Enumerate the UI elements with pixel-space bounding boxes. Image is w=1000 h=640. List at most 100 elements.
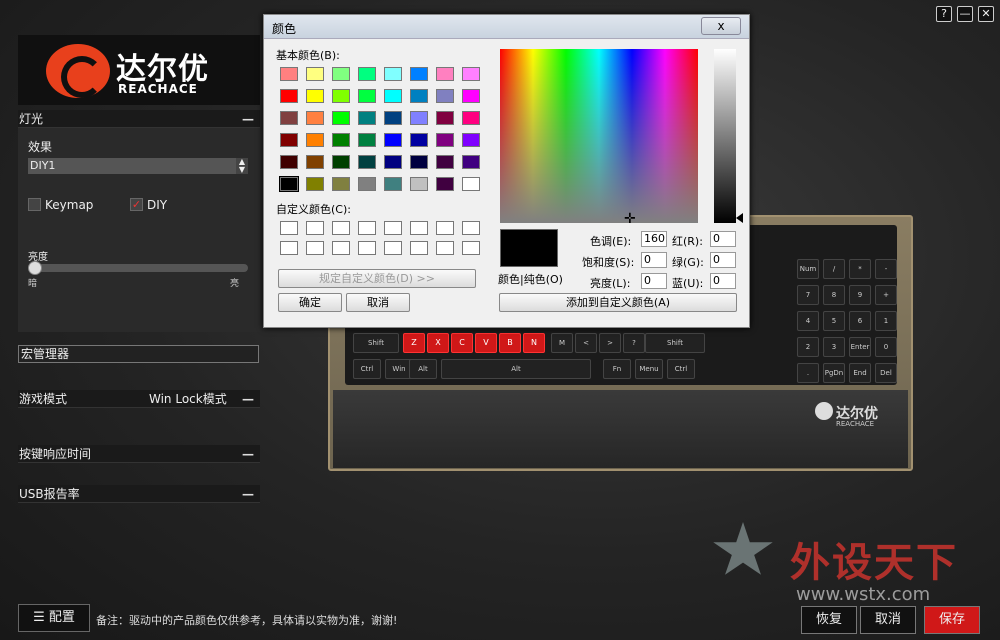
basic-color-swatch[interactable] bbox=[358, 133, 376, 147]
basic-color-swatch[interactable] bbox=[280, 67, 298, 81]
keyboard-key[interactable]: Fn bbox=[603, 359, 631, 379]
basic-color-swatch[interactable] bbox=[410, 177, 428, 191]
keyboard-key[interactable]: Shift bbox=[353, 333, 399, 353]
keyboard-key[interactable]: M bbox=[551, 333, 573, 353]
keyboard-key[interactable]: 4 bbox=[797, 311, 819, 331]
usb-rate-section-header[interactable]: USB报告率 — bbox=[18, 485, 260, 503]
macro-manager-button[interactable]: 宏管理器 bbox=[18, 345, 259, 363]
basic-color-swatch[interactable] bbox=[358, 155, 376, 169]
basic-color-swatch[interactable] bbox=[436, 111, 454, 125]
custom-color-swatch[interactable] bbox=[436, 221, 454, 235]
basic-color-swatch[interactable] bbox=[384, 67, 402, 81]
custom-color-swatch[interactable] bbox=[332, 241, 350, 255]
keyboard-key[interactable]: < bbox=[575, 333, 597, 353]
basic-color-swatch[interactable] bbox=[462, 177, 480, 191]
green-input[interactable]: 0 bbox=[710, 252, 736, 268]
basic-color-swatch[interactable] bbox=[410, 67, 428, 81]
basic-color-swatch[interactable] bbox=[436, 177, 454, 191]
collapse-icon[interactable]: — bbox=[242, 445, 254, 463]
custom-color-swatch[interactable] bbox=[306, 221, 324, 235]
keyboard-key[interactable]: * bbox=[849, 259, 871, 279]
luminance-bar[interactable] bbox=[714, 49, 736, 223]
basic-color-swatch[interactable] bbox=[436, 67, 454, 81]
red-input[interactable]: 0 bbox=[710, 231, 736, 247]
keyboard-key[interactable]: 8 bbox=[823, 285, 845, 305]
basic-color-swatch[interactable] bbox=[306, 67, 324, 81]
keyboard-key[interactable]: Enter bbox=[849, 337, 871, 357]
keyboard-key[interactable]: Del bbox=[875, 363, 897, 383]
keyboard-key[interactable]: Alt bbox=[441, 359, 591, 379]
basic-color-swatch[interactable] bbox=[280, 133, 298, 147]
keyboard-key[interactable]: / bbox=[823, 259, 845, 279]
define-custom-colors-button[interactable]: 规定自定义颜色(D) >> bbox=[278, 269, 476, 288]
config-button[interactable]: ☰ 配置 bbox=[18, 604, 90, 632]
basic-color-swatch[interactable] bbox=[332, 67, 350, 81]
basic-color-swatch[interactable] bbox=[436, 133, 454, 147]
hue-input[interactable]: 160 bbox=[641, 231, 667, 247]
keyboard-key-highlighted[interactable]: Z bbox=[403, 333, 425, 353]
keyboard-key[interactable]: 3 bbox=[823, 337, 845, 357]
custom-color-swatch[interactable] bbox=[384, 241, 402, 255]
effect-select[interactable]: DIY1 ▲ ▼ bbox=[28, 158, 248, 174]
brightness-slider[interactable] bbox=[30, 264, 248, 272]
restore-button[interactable]: 恢复 bbox=[801, 606, 857, 634]
collapse-icon[interactable]: — bbox=[242, 485, 254, 503]
cancel-footer-button[interactable]: 取消 bbox=[860, 606, 916, 634]
basic-color-swatch[interactable] bbox=[462, 89, 480, 103]
basic-color-swatch[interactable] bbox=[410, 155, 428, 169]
close-button[interactable]: ✕ bbox=[978, 6, 994, 22]
basic-color-swatch[interactable] bbox=[384, 89, 402, 103]
basic-color-swatch[interactable] bbox=[384, 111, 402, 125]
ok-button[interactable]: 确定 bbox=[278, 293, 342, 312]
basic-color-swatch[interactable] bbox=[280, 89, 298, 103]
custom-color-swatch[interactable] bbox=[462, 221, 480, 235]
keyboard-key[interactable]: 9 bbox=[849, 285, 871, 305]
keyboard-key[interactable]: 2 bbox=[797, 337, 819, 357]
dialog-close-button[interactable]: x bbox=[701, 17, 741, 35]
basic-color-swatch[interactable] bbox=[332, 89, 350, 103]
sat-input[interactable]: 0 bbox=[641, 252, 667, 268]
lighting-section-header[interactable]: 灯光 — bbox=[18, 110, 260, 128]
keyboard-key[interactable]: Shift bbox=[645, 333, 705, 353]
basic-color-swatch[interactable] bbox=[306, 177, 324, 191]
custom-color-swatch[interactable] bbox=[358, 241, 376, 255]
game-mode-section-header[interactable]: 游戏模式 Win Lock模式 — bbox=[18, 390, 260, 408]
keymap-checkbox[interactable] bbox=[28, 198, 41, 211]
basic-color-swatch[interactable] bbox=[306, 89, 324, 103]
keyboard-key-highlighted[interactable]: C bbox=[451, 333, 473, 353]
luminance-pointer-icon[interactable] bbox=[736, 213, 743, 223]
basic-color-swatch[interactable] bbox=[280, 111, 298, 125]
keyboard-key[interactable]: 5 bbox=[823, 311, 845, 331]
keyboard-key[interactable]: PgDn bbox=[823, 363, 845, 383]
custom-color-swatch[interactable] bbox=[280, 241, 298, 255]
keyboard-key[interactable]: End bbox=[849, 363, 871, 383]
keyboard-key[interactable]: - bbox=[875, 259, 897, 279]
spinner-icon[interactable]: ▲ ▼ bbox=[236, 158, 248, 174]
basic-color-swatch[interactable] bbox=[358, 177, 376, 191]
diy-checkbox[interactable]: ✓ bbox=[130, 198, 143, 211]
basic-color-swatch[interactable] bbox=[358, 67, 376, 81]
keyboard-key[interactable]: Menu bbox=[635, 359, 663, 379]
basic-color-swatch[interactable] bbox=[332, 133, 350, 147]
collapse-icon[interactable]: — bbox=[242, 390, 254, 408]
custom-color-swatch[interactable] bbox=[410, 241, 428, 255]
cancel-button[interactable]: 取消 bbox=[346, 293, 410, 312]
custom-color-swatch[interactable] bbox=[332, 221, 350, 235]
basic-color-swatch[interactable] bbox=[358, 89, 376, 103]
collapse-icon[interactable]: — bbox=[242, 110, 254, 128]
basic-color-swatch[interactable] bbox=[306, 155, 324, 169]
basic-color-swatch[interactable] bbox=[279, 176, 299, 192]
custom-color-swatch[interactable] bbox=[306, 241, 324, 255]
response-time-section-header[interactable]: 按键响应时间 — bbox=[18, 445, 260, 463]
keyboard-key-highlighted[interactable]: N bbox=[523, 333, 545, 353]
basic-color-swatch[interactable] bbox=[306, 111, 324, 125]
basic-color-swatch[interactable] bbox=[410, 89, 428, 103]
save-button[interactable]: 保存 bbox=[924, 606, 980, 634]
crosshair-icon[interactable]: ✛ bbox=[624, 211, 636, 227]
keyboard-key[interactable]: 1 bbox=[875, 311, 897, 331]
custom-color-swatch[interactable] bbox=[280, 221, 298, 235]
basic-color-swatch[interactable] bbox=[384, 155, 402, 169]
keyboard-key[interactable]: Num bbox=[797, 259, 819, 279]
basic-color-swatch[interactable] bbox=[410, 133, 428, 147]
basic-color-swatch[interactable] bbox=[358, 111, 376, 125]
